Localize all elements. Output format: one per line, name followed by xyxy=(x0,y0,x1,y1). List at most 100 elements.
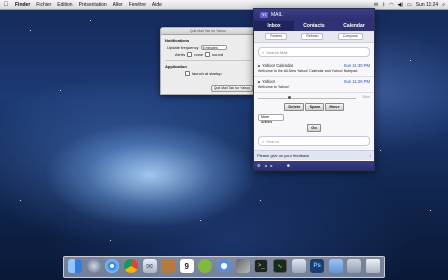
alerts-label: Alerts xyxy=(175,52,186,57)
message-checkbox[interactable] xyxy=(258,64,260,67)
star xyxy=(20,200,21,201)
star xyxy=(200,220,201,221)
photos-icon[interactable] xyxy=(235,259,250,273)
divider xyxy=(165,60,251,61)
downloads-icon[interactable] xyxy=(347,259,362,273)
search-input[interactable]: ⌕ Search xyxy=(258,136,370,146)
message-subject: Welcome to Yahoo! xyxy=(258,85,289,89)
preview-icon[interactable] xyxy=(291,259,306,273)
preferences-window: Quit Mail Tab for Yahoo Notifications Up… xyxy=(160,27,256,95)
search-mail-input[interactable]: ⌕ Search Mail xyxy=(258,47,370,57)
search-placeholder: Search xyxy=(266,138,279,144)
spotify-icon[interactable] xyxy=(198,259,213,273)
spotlight-icon[interactable]: ⌕ xyxy=(442,2,445,8)
application-heading: Application xyxy=(165,64,187,69)
calendar-day: 9 xyxy=(184,261,189,271)
chevron-right-icon: › xyxy=(369,153,371,158)
search-icon: ⌕ xyxy=(262,49,265,55)
more-actions-select[interactable]: More actions xyxy=(258,114,284,124)
menu-fenetre[interactable]: Fenêtre xyxy=(126,2,149,8)
trash-icon[interactable] xyxy=(366,259,380,273)
message-slider[interactable]: Skim xyxy=(258,95,370,101)
menu-bar:  Finder Fichier Edition Présentation Al… xyxy=(0,0,448,10)
mail-header-title: MAIL xyxy=(271,12,283,18)
calendar-icon[interactable]: 9 xyxy=(179,259,194,273)
update-frequency-label: Update frequency xyxy=(167,45,199,50)
message-from: Yahoo! Calendar xyxy=(262,63,294,68)
search-mail-placeholder: Search Mail xyxy=(266,49,288,55)
star xyxy=(60,90,61,91)
safari-icon[interactable] xyxy=(105,259,120,273)
finder-icon[interactable] xyxy=(68,259,82,273)
star xyxy=(380,150,381,151)
message-item[interactable]: Yahoo! Sun 11:26 PM Welcome to Yahoo! xyxy=(254,77,374,93)
tab-inbox[interactable]: Inbox xyxy=(254,21,294,31)
message-date: Sun 11:30 PM xyxy=(343,63,370,68)
go-button[interactable]: Go xyxy=(307,124,321,132)
wifi-icon[interactable]: ◠ xyxy=(389,2,393,8)
clock[interactable]: Sun 11:24 xyxy=(416,2,438,8)
back-icon[interactable]: ◂ xyxy=(265,163,267,168)
mail-icon[interactable]: ✉ xyxy=(142,259,157,273)
preferences-title-bar[interactable]: Quit Mail Tab for Yahoo xyxy=(161,28,255,35)
message-checkbox[interactable] xyxy=(258,80,260,83)
alerts-none-checkbox[interactable] xyxy=(187,52,193,57)
menu-aller[interactable]: Aller xyxy=(110,2,126,8)
apple-icon[interactable]:  xyxy=(0,2,12,8)
launchpad-icon[interactable] xyxy=(86,259,101,273)
folder-icon[interactable] xyxy=(328,259,343,273)
slider-knob[interactable] xyxy=(288,96,291,99)
spam-button[interactable]: Spam xyxy=(305,103,325,111)
star xyxy=(90,20,91,21)
bluetooth-icon[interactable]: ᛒ xyxy=(382,2,385,8)
chrome-icon[interactable] xyxy=(123,259,138,273)
menu-aide[interactable]: Aide xyxy=(149,2,165,8)
alerts-sound-label: sound xyxy=(212,52,224,57)
quit-button[interactable]: Quit Mail Tab for Yahoo xyxy=(210,85,253,92)
message-subject: Welcome to the All-New Yahoo! Calendar a… xyxy=(258,69,358,73)
dock: ✉ 9 >_ ∿ Ps xyxy=(63,256,385,278)
launch-at-startup-checkbox[interactable] xyxy=(185,71,190,76)
itunes-icon[interactable] xyxy=(217,259,231,273)
contacts-icon[interactable] xyxy=(161,259,176,273)
star xyxy=(110,240,111,241)
settings-icon[interactable]: ✱ xyxy=(287,163,290,168)
slider-label: Skim xyxy=(362,95,370,99)
menu-presentation[interactable]: Présentation xyxy=(76,2,110,8)
star xyxy=(260,200,261,201)
mail-footer: ⚙ ◂ ▸ ✱ xyxy=(254,161,374,170)
forward-icon[interactable]: ▸ xyxy=(271,163,273,168)
mail-status-icon[interactable]: ✉ xyxy=(374,2,378,8)
battery-icon[interactable]: ▭ xyxy=(407,2,412,8)
folders-button[interactable]: Folders xyxy=(265,33,287,40)
mail-panel: Y! MAIL Inbox Contacts Calendar Folders … xyxy=(253,8,375,171)
mail-tabs: Inbox Contacts Calendar xyxy=(254,21,374,31)
compose-button[interactable]: Compose xyxy=(337,33,363,40)
alerts-sound-checkbox[interactable] xyxy=(205,52,211,57)
update-frequency-select[interactable]: 5 minutes xyxy=(200,45,227,50)
menu-fichier[interactable]: Fichier xyxy=(33,2,54,8)
tab-calendar[interactable]: Calendar xyxy=(334,21,374,31)
message-date: Sun 11:26 PM xyxy=(343,79,370,84)
activity-icon[interactable]: ∿ xyxy=(272,259,287,273)
feedback-bar[interactable]: Please give us your feedback › xyxy=(254,150,374,160)
slider-track xyxy=(258,98,356,99)
menu-edition[interactable]: Edition xyxy=(54,2,75,8)
notifications-heading: Notifications xyxy=(165,38,190,43)
move-button[interactable]: Move xyxy=(325,103,344,111)
menu-finder[interactable]: Finder xyxy=(12,2,33,8)
refresh-button[interactable]: Refresh xyxy=(301,33,324,40)
tab-contacts[interactable]: Contacts xyxy=(294,21,334,31)
feedback-text: Please give us your feedback xyxy=(257,153,310,158)
star xyxy=(410,60,411,61)
delete-button[interactable]: Delete xyxy=(284,103,305,111)
message-from: Yahoo! xyxy=(262,79,275,84)
message-item[interactable]: Yahoo! Calendar Sun 11:30 PM Welcome to … xyxy=(254,61,374,77)
photoshop-icon[interactable]: Ps xyxy=(310,259,325,273)
gear-icon[interactable]: ⚙ xyxy=(257,163,261,168)
yahoo-logo-icon: Y! xyxy=(260,12,268,18)
terminal-icon[interactable]: >_ xyxy=(254,259,269,273)
search-icon: ⌕ xyxy=(262,138,265,144)
volume-icon[interactable]: ◀) xyxy=(398,2,404,8)
alerts-none-label: none xyxy=(194,52,204,57)
